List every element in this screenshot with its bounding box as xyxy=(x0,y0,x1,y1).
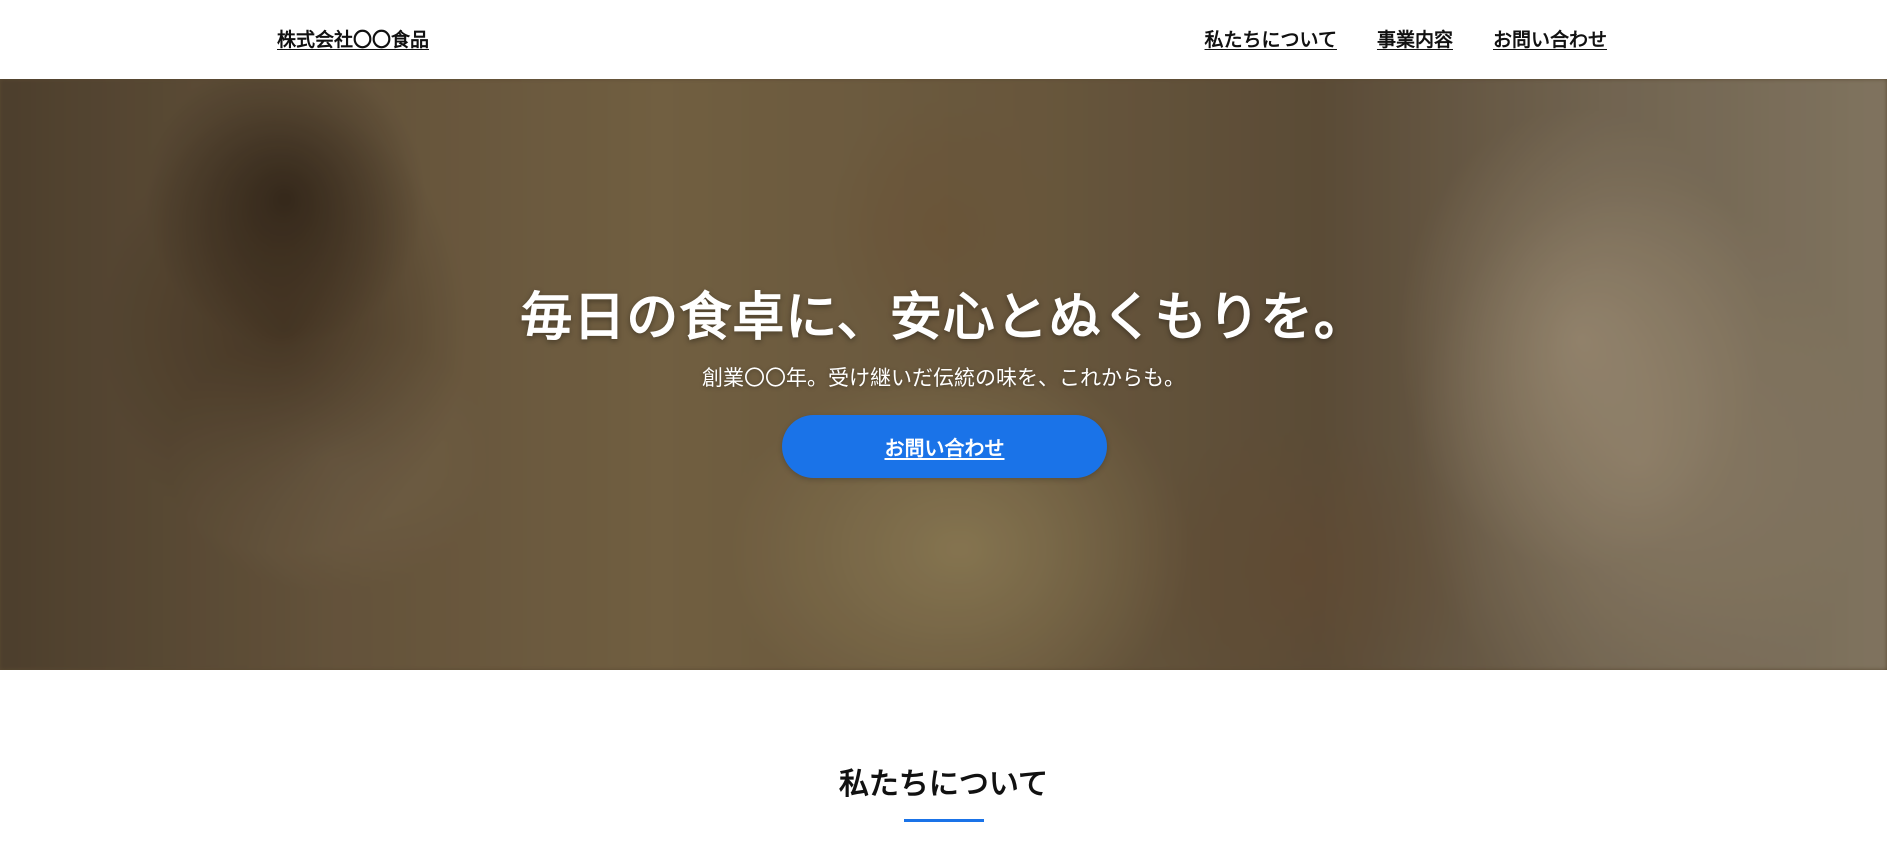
about-section-title: 私たちについて xyxy=(838,767,1049,802)
nav-link-about[interactable]: 私たちについて xyxy=(1205,25,1337,52)
site-header: 株式会社〇〇食品 私たちについて 事業内容 お問い合わせ xyxy=(0,0,1887,79)
company-logo-link[interactable]: 株式会社〇〇食品 xyxy=(277,25,429,52)
main-nav: 私たちについて 事業内容 お問い合わせ xyxy=(1205,25,1607,52)
section-title-underline xyxy=(904,819,984,822)
contact-cta-button[interactable]: お問い合わせ xyxy=(782,415,1107,478)
hero-subtitle: 創業〇〇年。受け継いだ伝統の味を、これからも。 xyxy=(702,366,1185,390)
hero-title: 毎日の食卓に、安心とぬくもりを。 xyxy=(520,288,1367,348)
hero-section: 毎日の食卓に、安心とぬくもりを。 創業〇〇年。受け継いだ伝統の味を、これからも。… xyxy=(0,79,1887,670)
nav-link-business[interactable]: 事業内容 xyxy=(1377,25,1453,52)
about-section: 私たちについて xyxy=(0,670,1887,851)
nav-link-contact[interactable]: お問い合わせ xyxy=(1493,25,1607,52)
